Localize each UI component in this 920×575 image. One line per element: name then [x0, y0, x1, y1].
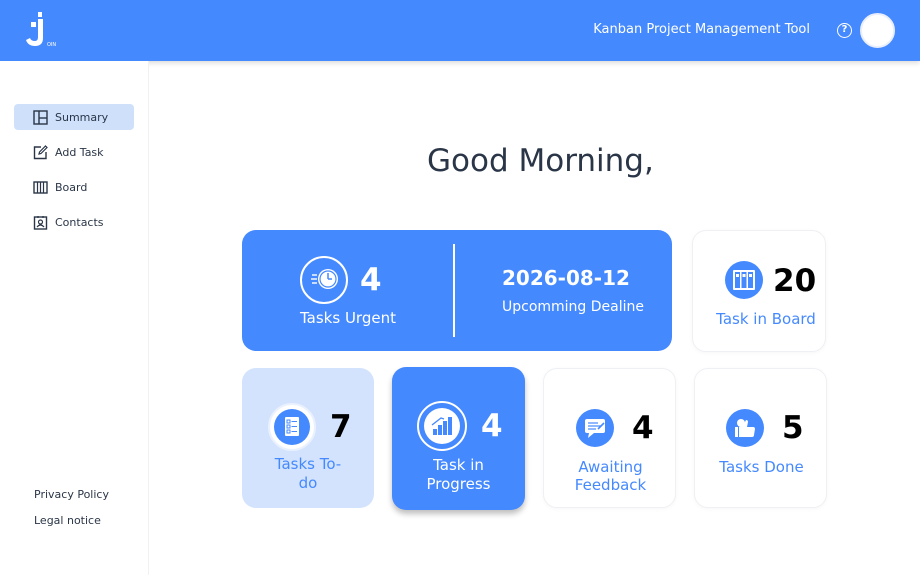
sidebar-item-label: Board: [55, 180, 88, 194]
todo-label-line2: do: [298, 474, 318, 492]
sidebar-item-contacts[interactable]: Contacts: [14, 209, 134, 235]
progress-label-line2: Progress: [426, 475, 491, 493]
board-count: 20: [773, 263, 817, 299]
deadline-date: 2026-08-12: [502, 266, 630, 290]
contacts-icon: [33, 215, 48, 230]
logo-subtext: OIN: [47, 42, 56, 48]
done-count: 5: [782, 410, 804, 446]
sidebar-item-summary[interactable]: Summary: [14, 104, 134, 130]
tasks-todo-card[interactable]: 7 Tasks To- do: [242, 368, 374, 508]
edit-icon: [33, 144, 48, 160]
greeting-heading: Good Morning,: [427, 143, 654, 179]
tasks-done-card[interactable]: 5 Tasks Done: [694, 368, 827, 508]
card-divider: [453, 244, 455, 337]
board-icon: [725, 261, 763, 299]
feedback-icon: [576, 409, 614, 447]
sidebar-item-label: Contacts: [55, 215, 104, 229]
stairs-chart-icon: [417, 401, 467, 451]
progress-label: Task in Progress: [392, 456, 525, 494]
done-label: Tasks Done: [719, 458, 804, 476]
clock-icon: [300, 256, 348, 304]
board-label: Task in Board: [716, 310, 816, 328]
progress-count: 4: [481, 408, 503, 444]
checklist-icon: [268, 403, 316, 451]
legal-notice-link[interactable]: Legal notice: [34, 514, 101, 527]
todo-label-line1: Tasks To-: [274, 455, 342, 473]
sidebar-item-add-task[interactable]: Add Task: [14, 139, 134, 165]
todo-count: 7: [330, 409, 352, 445]
user-avatar[interactable]: [860, 13, 895, 48]
urgent-count: 4: [360, 262, 382, 298]
sidebar-item-label: Summary: [55, 110, 109, 124]
feedback-count: 4: [632, 410, 654, 446]
sidebar-item-label: Add Task: [55, 145, 104, 159]
summary-icon: [33, 109, 48, 125]
feedback-label: Awaiting Feedback: [544, 458, 677, 494]
feedback-label-line1: Awaiting: [578, 458, 643, 476]
urgent-label: Tasks Urgent: [300, 309, 396, 327]
thumbs-up-icon: [726, 409, 764, 447]
app-title: Kanban Project Management Tool: [593, 22, 810, 37]
privacy-policy-link[interactable]: Privacy Policy: [34, 488, 109, 501]
feedback-label-line2: Feedback: [574, 476, 647, 494]
board-icon: [33, 180, 48, 195]
deadline-label: Upcomming Dealine: [502, 299, 645, 315]
urgent-tasks-card[interactable]: 4 Tasks Urgent 2026-08-12 Upcomming Deal…: [242, 230, 672, 351]
tasks-in-board-card[interactable]: 20 Task in Board: [692, 230, 826, 352]
todo-label: Tasks To- do: [242, 455, 374, 493]
help-icon[interactable]: ?: [837, 23, 852, 38]
sidebar-item-board[interactable]: Board: [14, 174, 134, 200]
sidebar: Summary Add Task Board Contacts Privacy …: [0, 61, 149, 575]
progress-label-line1: Task in: [433, 456, 484, 474]
tasks-in-progress-card[interactable]: 4 Task in Progress: [392, 367, 525, 510]
top-bar: OIN Kanban Project Management Tool ?: [0, 0, 920, 61]
join-logo[interactable]: OIN: [22, 10, 62, 52]
awaiting-feedback-card[interactable]: 4 Awaiting Feedback: [543, 368, 676, 508]
